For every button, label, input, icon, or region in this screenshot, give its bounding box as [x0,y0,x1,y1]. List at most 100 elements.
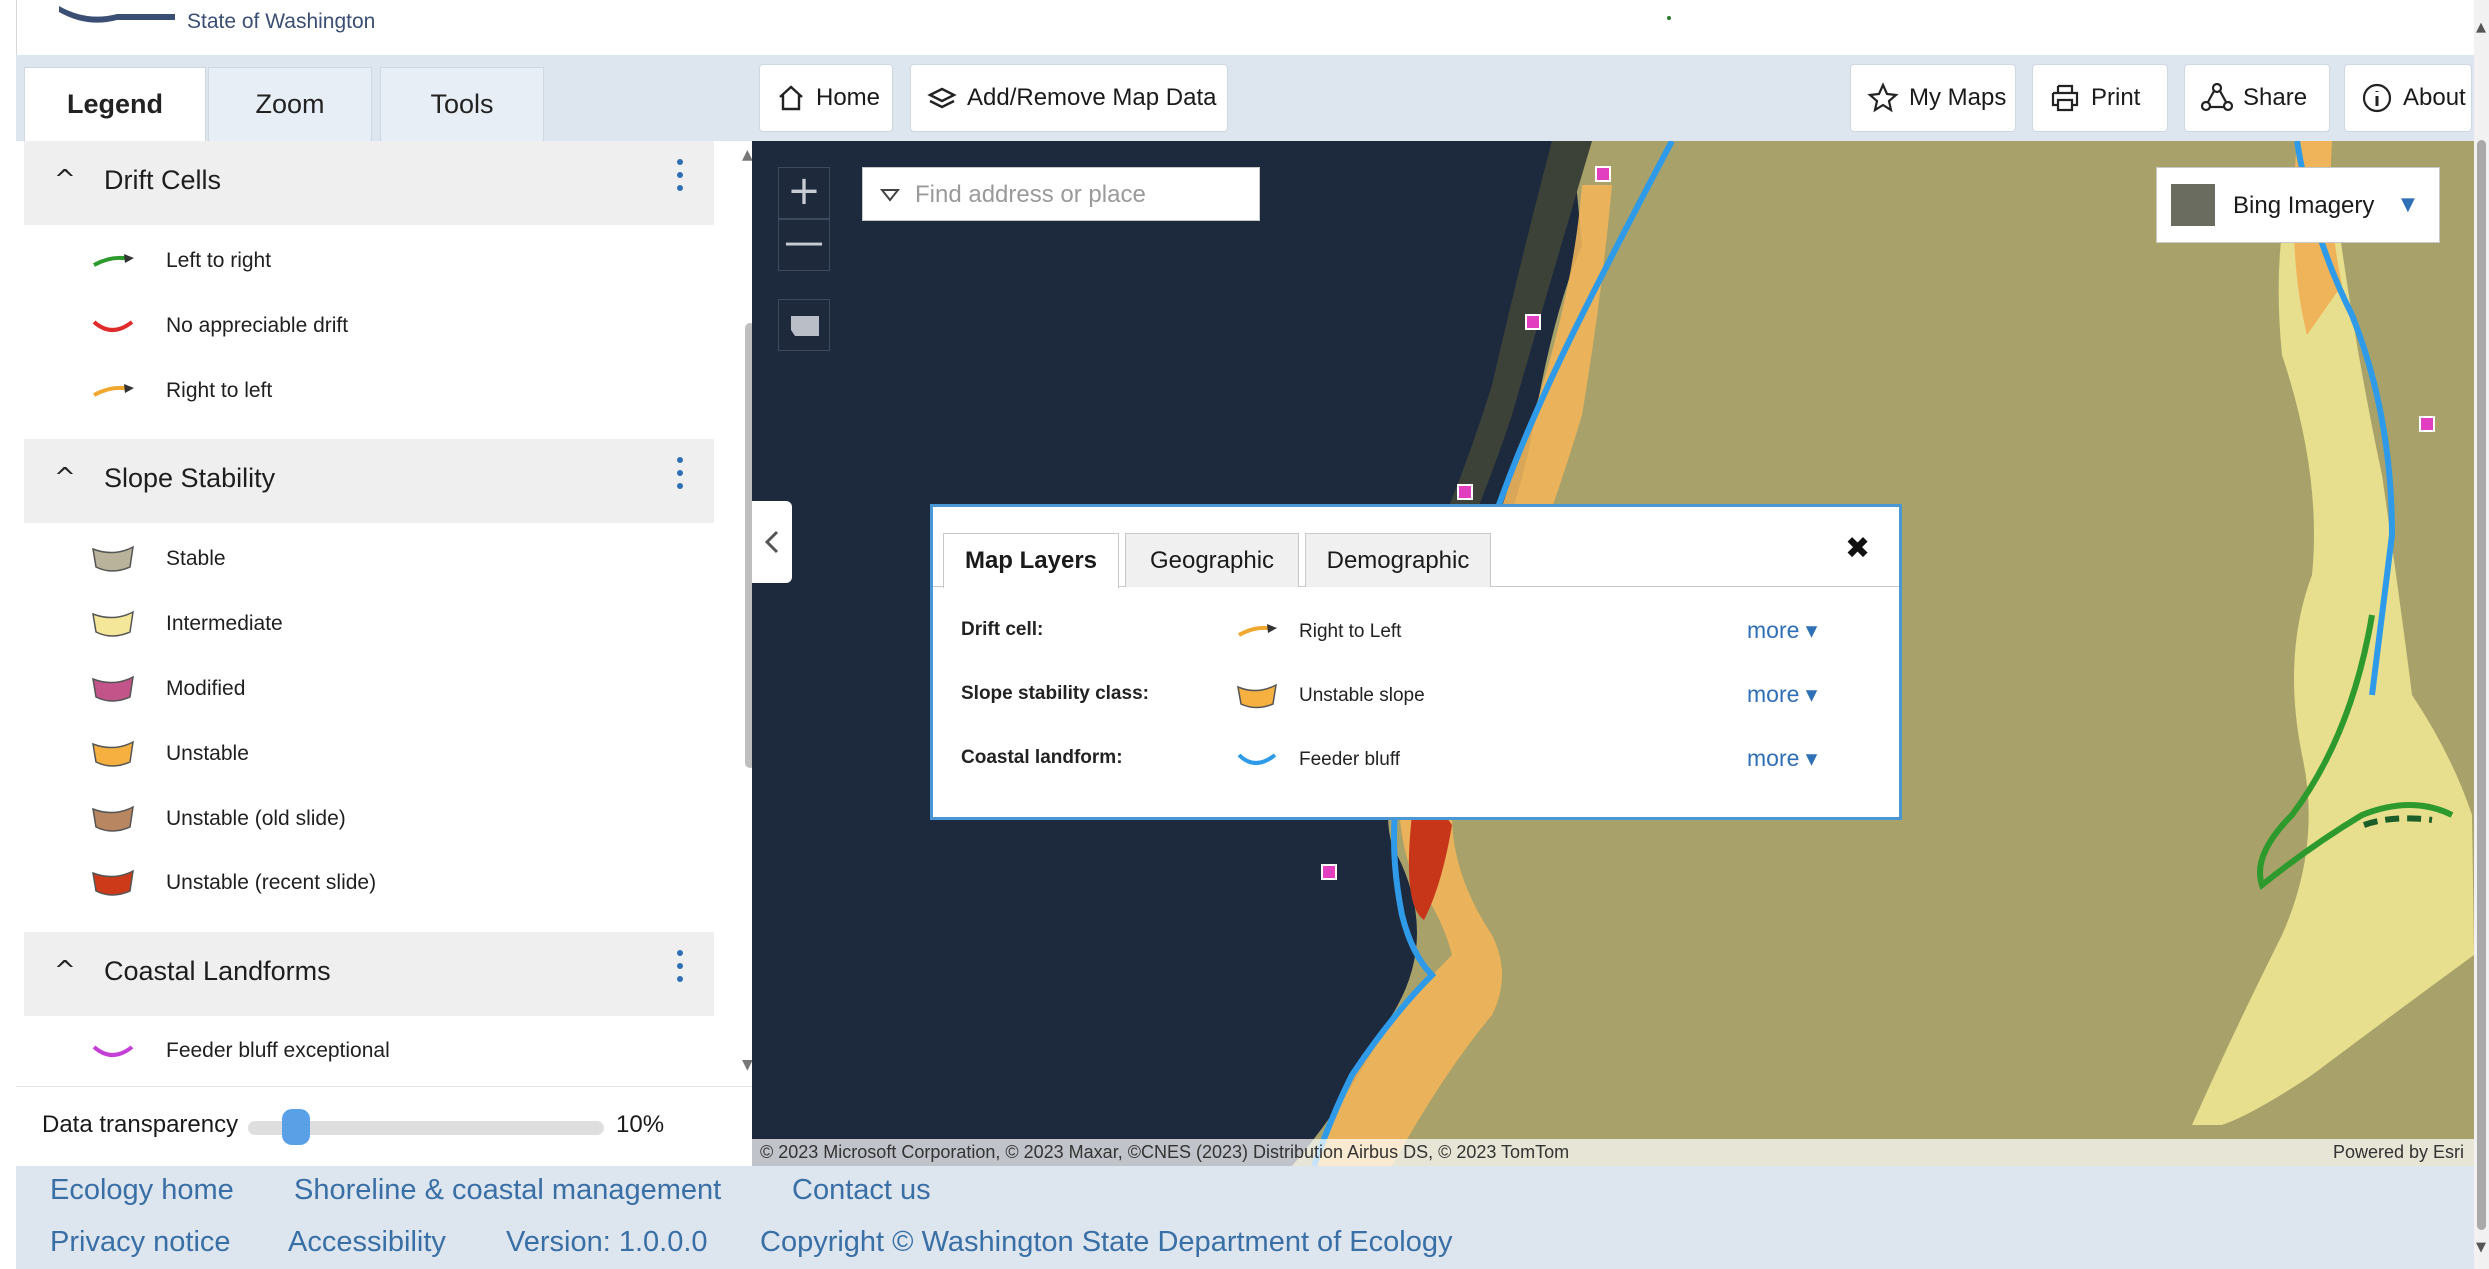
curve-line-icon [92,320,134,332]
about-button[interactable]: About [2344,64,2472,132]
arrow-line-icon [93,384,134,397]
transparency-value: 10% [616,1111,665,1138]
add-remove-map-data-label: Add/Remove Map Data [967,84,1217,111]
polygon-swatch-icon [92,675,134,702]
share-label: Share [2243,84,2308,111]
legend-item-label: Left to right [166,249,272,272]
panel-tabbar: Legend Zoom Tools [16,55,752,141]
about-label: About [2403,84,2466,111]
popup-row-slope-stability: Slope stability class: Unstable slope mo… [933,667,1899,727]
map-toolbar: Home Add/Remove Map Data My Maps Print S… [752,55,2474,141]
share-button[interactable]: Share [2184,64,2330,132]
washington-state-logo [59,6,175,23]
map-point-marker [1595,166,1611,182]
popup-tab-map-layers[interactable]: Map Layers [943,533,1119,588]
chevron-down-icon[interactable]: ▼ [2401,194,2415,215]
more-link[interactable]: more ▾ [1747,617,1817,644]
basemap-selector[interactable]: Bing Imagery ▼ [2156,167,2440,243]
legend-item: Left to right [90,241,690,281]
legend-item: Intermediate [90,604,690,644]
home-button[interactable]: Home [759,64,893,132]
curve-line-icon [1237,753,1277,765]
header-indicator-dot [1667,16,1671,20]
search-options-dropdown-icon[interactable] [879,184,901,206]
legend-group-drift-cells[interactable]: ^ Drift Cells [24,141,714,225]
legend-item-label: Modified [166,677,246,700]
legend-item: Unstable (recent slide) [90,863,690,903]
chevron-up-icon[interactable]: ^ [54,463,76,493]
legend-group-title: Slope Stability [104,463,276,493]
popup-row-value: Feeder bluff [1299,749,1401,770]
tab-tools[interactable]: Tools [380,67,544,141]
print-button[interactable]: Print [2032,64,2168,132]
legend-item: Unstable (old slide) [90,799,690,839]
legend-item-label: Unstable (old slide) [166,807,346,830]
close-icon[interactable]: ✖ [1845,531,1870,566]
legend-group-slope-stability[interactable]: ^ Slope Stability [24,439,714,523]
footer-link-ecology-home[interactable]: Ecology home [50,1174,234,1207]
arrow-line-icon [93,254,134,267]
tab-zoom[interactable]: Zoom [208,67,372,141]
chevron-up-icon[interactable]: ^ [54,956,76,986]
popup-tab-geographic[interactable]: Geographic [1125,533,1299,587]
legend-item-label: No appreciable drift [166,314,349,337]
scroll-up-arrow-icon[interactable]: ▲ [2476,20,2486,35]
more-link[interactable]: more ▾ [1747,745,1817,772]
footer-link-privacy[interactable]: Privacy notice [50,1226,231,1259]
legend-list[interactable]: ^ Drift Cells Left to right No appreciab… [16,141,736,1081]
home-icon [779,85,803,111]
my-maps-label: My Maps [1909,84,2007,111]
my-maps-button[interactable]: My Maps [1850,64,2016,132]
more-options-icon[interactable] [674,453,686,505]
page-footer: Ecology home Shoreline & coastal managem… [16,1166,2474,1269]
transparency-control: Data transparency 10% [16,1086,752,1162]
page-scrollbar-thumb[interactable] [2477,140,2486,1230]
legend-group-coastal-landforms[interactable]: ^ Coastal Landforms [24,932,714,1016]
polygon-swatch-icon [92,610,134,637]
page-scrollbar[interactable]: ▲ ▼ [2474,0,2489,1269]
chevron-up-icon[interactable]: ^ [54,165,76,195]
add-remove-map-data-button[interactable]: Add/Remove Map Data [910,64,1228,132]
footer-version: Version: 1.0.0.0 [506,1226,708,1258]
map-point-marker [1321,864,1337,880]
popup-row-value: Unstable slope [1299,685,1425,706]
popup-row-coastal-landform: Coastal landform: Feeder bluff more ▾ [933,731,1899,791]
search-box[interactable] [862,167,1260,221]
legend-item: Feeder bluff exceptional [90,1031,690,1071]
scroll-down-arrow-icon[interactable]: ▼ [2476,1240,2486,1255]
legend-item-label: Intermediate [166,612,283,635]
esri-credit[interactable]: Powered by Esri [2333,1142,2464,1163]
footer-link-shoreline[interactable]: Shoreline & coastal management [294,1174,721,1207]
legend-item: Modified [90,669,690,709]
popup-row-label: Coastal landform: [961,747,1123,768]
state-extent-button[interactable] [778,299,830,351]
share-icon [2201,82,2233,112]
search-input[interactable] [915,176,1245,214]
legend-item-label: Feeder bluff exceptional [166,1039,390,1062]
more-link[interactable]: more ▾ [1747,681,1817,708]
zoom-out-button[interactable]: — [778,219,830,271]
legend-item: Stable [90,539,690,579]
transparency-slider-handle[interactable] [282,1109,310,1145]
more-options-icon[interactable] [674,946,686,998]
top-header: State of Washington [16,0,2474,55]
popup-tab-demographic[interactable]: Demographic [1305,533,1491,587]
legend-item: Unstable [90,734,690,774]
map-attribution: © 2023 Microsoft Corporation, © 2023 Max… [752,1139,2474,1166]
legend-group-title: Drift Cells [104,165,222,195]
collapse-panel-button[interactable] [752,501,792,583]
footer-link-accessibility[interactable]: Accessibility [288,1226,446,1259]
popup-row-drift-cell: Drift cell: Right to Left more ▾ [933,603,1899,663]
popup-tabbar: Map Layers Geographic Demographic [933,507,1899,588]
home-button-label: Home [816,84,881,111]
more-options-icon[interactable] [674,155,686,207]
polygon-swatch-icon [92,805,134,832]
legend-item-label: Unstable [166,742,249,765]
tab-legend[interactable]: Legend [24,67,206,141]
legend-group-title: Coastal Landforms [104,956,331,986]
agency-name: State of Washington [187,10,376,33]
footer-link-contact[interactable]: Contact us [792,1174,931,1207]
zoom-in-button[interactable]: + [778,167,830,219]
popup-row-label: Slope stability class: [961,683,1149,704]
legend-item: No appreciable drift [90,306,690,346]
